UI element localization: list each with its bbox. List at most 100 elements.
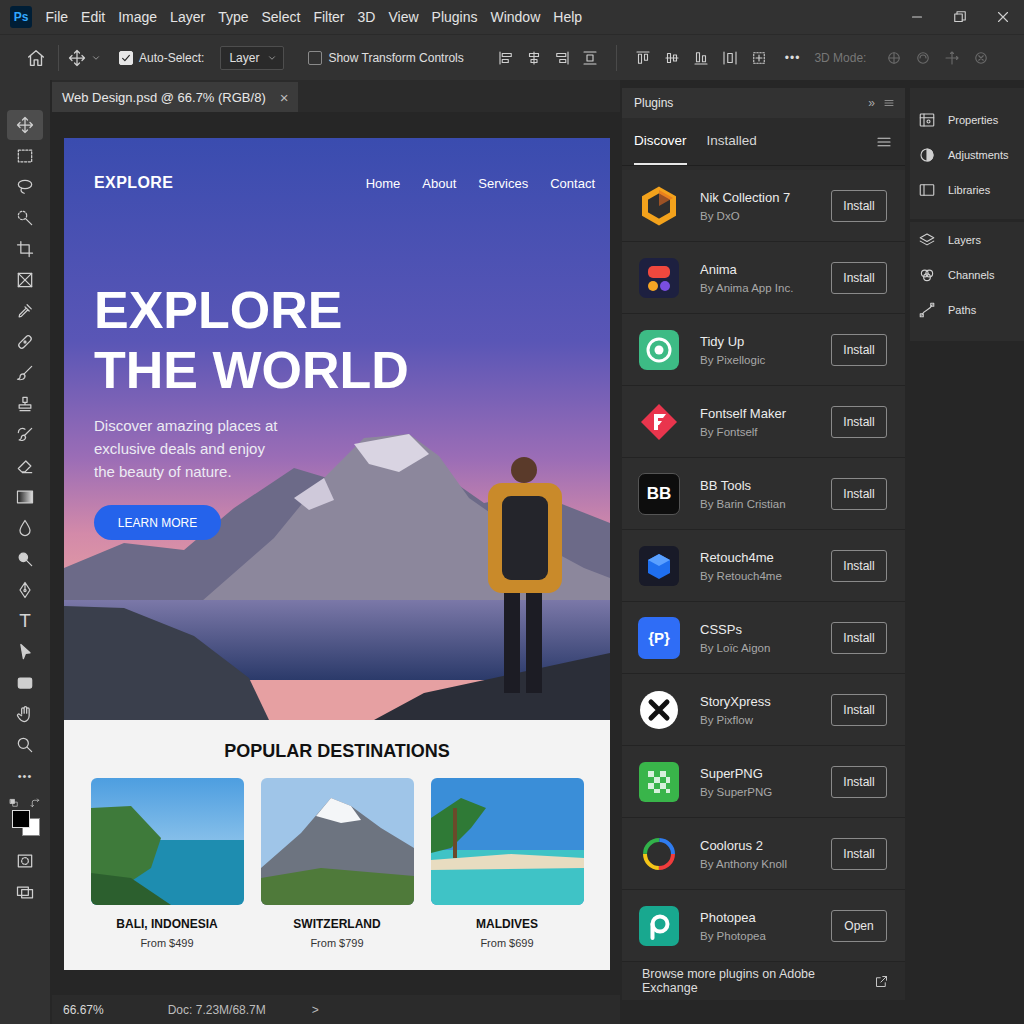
auto-select-label[interactable]: Auto-Select: xyxy=(139,51,204,65)
destination-card[interactable]: BALI, INDONESIAFrom $499 xyxy=(91,778,244,949)
menu-item[interactable]: File xyxy=(39,9,75,25)
distribute-button[interactable] xyxy=(660,46,684,70)
layers-panel-button[interactable]: Layers xyxy=(910,222,1024,257)
screenmode-tool[interactable] xyxy=(7,877,43,907)
panel-label[interactable]: Paths xyxy=(948,304,976,316)
eyedropper-tool[interactable] xyxy=(7,296,43,326)
brush-tool[interactable] xyxy=(7,358,43,388)
shape-tool[interactable] xyxy=(7,668,43,698)
transform-controls-label[interactable]: Show Transform Controls xyxy=(328,51,463,65)
panel-label[interactable]: Properties xyxy=(948,114,998,126)
align-button[interactable] xyxy=(550,46,574,70)
footer-link[interactable]: Browse more plugins on Adobe Exchange xyxy=(642,967,874,995)
install-button[interactable]: Install xyxy=(831,334,887,366)
type-tool[interactable]: T xyxy=(7,606,43,636)
menu-item[interactable]: View xyxy=(382,9,425,25)
tab-label[interactable]: Installed xyxy=(707,133,757,148)
home-button[interactable] xyxy=(24,46,48,70)
zoom-tool[interactable] xyxy=(7,730,43,760)
auto-select-target[interactable]: Layer xyxy=(229,51,259,65)
panel-label[interactable]: Adjustments xyxy=(948,149,1009,161)
color-swatches[interactable] xyxy=(7,798,43,838)
adjustments-panel-button[interactable]: Adjustments xyxy=(910,137,1024,172)
stamp-tool[interactable] xyxy=(7,389,43,419)
menu-item[interactable]: Help xyxy=(547,9,589,25)
more-options-button[interactable]: ••• xyxy=(785,51,801,65)
plugin-row[interactable]: {P}CSSPsBy Loïc AigonInstall xyxy=(622,602,905,674)
collapse-button[interactable]: » xyxy=(868,96,875,110)
eraser-tool[interactable] xyxy=(7,451,43,481)
filter-menu-button[interactable] xyxy=(875,118,893,165)
dodge-tool[interactable] xyxy=(7,544,43,574)
menu-item[interactable]: Window xyxy=(484,9,547,25)
nav-link[interactable]: Services xyxy=(478,176,528,191)
status-menu-button[interactable]: > xyxy=(312,1003,319,1017)
install-button[interactable]: Install xyxy=(831,694,887,726)
plugin-row[interactable]: Retouch4meBy Retouch4meInstall xyxy=(622,530,905,602)
healing-tool[interactable] xyxy=(7,327,43,357)
quickmask-tool[interactable] xyxy=(7,846,43,876)
install-button[interactable]: Install xyxy=(831,550,887,582)
menu-item[interactable]: Layer xyxy=(164,9,212,25)
nav-link[interactable]: About xyxy=(422,176,456,191)
close-button[interactable] xyxy=(981,0,1024,34)
align-button[interactable] xyxy=(522,46,546,70)
adobe-exchange-link[interactable]: Browse more plugins on Adobe Exchange xyxy=(622,962,905,1000)
destination-card[interactable]: MALDIVESFrom $699 xyxy=(431,778,584,949)
open-button[interactable]: Open xyxy=(831,910,887,942)
plugin-row[interactable]: StoryXpressBy PixflowInstall xyxy=(622,674,905,746)
auto-select-checkbox[interactable] xyxy=(119,51,133,65)
frame-tool[interactable] xyxy=(7,265,43,295)
plugin-row[interactable]: PhotopeaBy PhotopeaOpen xyxy=(622,890,905,962)
plugin-row[interactable]: Tidy UpBy PixellogicInstall xyxy=(622,314,905,386)
close-tab-button[interactable]: × xyxy=(280,89,289,106)
plugin-row[interactable]: Fontself MakerBy FontselfInstall xyxy=(622,386,905,458)
align-button[interactable] xyxy=(578,46,602,70)
auto-select-dropdown[interactable]: Layer xyxy=(220,46,284,70)
foreground-color[interactable] xyxy=(12,810,30,828)
menu-item[interactable]: Filter xyxy=(307,9,351,25)
distribute-button[interactable] xyxy=(718,46,742,70)
transform-controls-checkbox[interactable] xyxy=(308,51,322,65)
destination-card[interactable]: SWITZERLANDFrom $799 xyxy=(261,778,414,949)
tab-label[interactable]: Discover xyxy=(634,133,687,148)
quickselect-tool[interactable] xyxy=(7,203,43,233)
panel-label[interactable]: Layers xyxy=(948,234,981,246)
properties-panel-button[interactable]: Properties xyxy=(910,102,1024,137)
panel-label[interactable]: Libraries xyxy=(948,184,990,196)
canvas[interactable]: EXPLOREHomeAboutServicesContactEXPLORETH… xyxy=(52,112,620,995)
distribute-button[interactable] xyxy=(631,46,655,70)
libraries-panel-button[interactable]: Libraries xyxy=(910,172,1024,207)
learn-more-button[interactable]: LEARN MORE xyxy=(94,505,221,540)
crop-tool[interactable] xyxy=(7,234,43,264)
install-button[interactable]: Install xyxy=(831,838,887,870)
menu-item[interactable]: Plugins xyxy=(425,9,484,25)
photoshop-logo[interactable]: Ps xyxy=(10,6,32,28)
blur-tool[interactable] xyxy=(7,513,43,543)
historybrush-tool[interactable] xyxy=(7,420,43,450)
panel-label[interactable]: Channels xyxy=(948,269,994,281)
align-button[interactable] xyxy=(494,46,518,70)
channels-panel-button[interactable]: Channels xyxy=(910,257,1024,292)
menu-item[interactable]: Type xyxy=(212,9,255,25)
plugin-row[interactable]: BBBB ToolsBy Barin CristianInstall xyxy=(622,458,905,530)
menu-item[interactable]: Select xyxy=(255,9,307,25)
lasso-tool[interactable] xyxy=(7,172,43,202)
plugin-row[interactable]: SuperPNGBy SuperPNGInstall xyxy=(622,746,905,818)
install-button[interactable]: Install xyxy=(831,262,887,294)
install-button[interactable]: Install xyxy=(831,622,887,654)
hand-tool[interactable] xyxy=(7,699,43,729)
menu-item[interactable]: 3D xyxy=(351,9,382,25)
restore-button[interactable] xyxy=(938,0,981,34)
site-logo[interactable]: EXPLORE xyxy=(94,174,173,192)
plugin-row[interactable]: AnimaBy Anima App Inc.Install xyxy=(622,242,905,314)
document-title[interactable]: Web Design.psd @ 66.7% (RGB/8) xyxy=(62,90,266,105)
minimize-button[interactable] xyxy=(895,0,938,34)
distribute-button[interactable] xyxy=(747,46,771,70)
install-button[interactable]: Install xyxy=(831,190,887,222)
move-tool[interactable] xyxy=(7,110,43,140)
pathselect-tool[interactable] xyxy=(7,637,43,667)
menu-item[interactable]: Image xyxy=(112,9,164,25)
plugins-tab[interactable]: Installed xyxy=(707,118,757,165)
install-button[interactable]: Install xyxy=(831,406,887,438)
